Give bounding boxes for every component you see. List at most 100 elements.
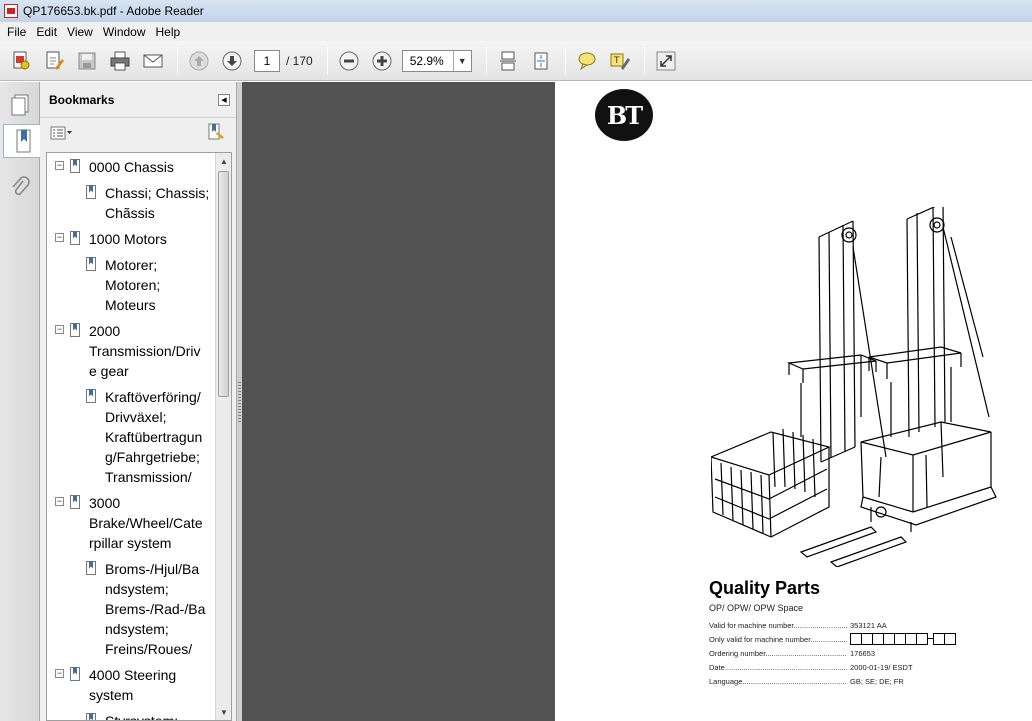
page-number-input[interactable]: 1 [254, 49, 280, 72]
create-pdf-button[interactable] [6, 46, 36, 76]
scroll-up-arrow-icon[interactable]: ▲ [216, 153, 231, 169]
menu-file[interactable]: File [2, 25, 31, 39]
menu-view[interactable]: View [62, 25, 98, 39]
bookmark-icon [86, 257, 96, 271]
order-picker-truck-illustration [711, 207, 997, 567]
bookmark-parent[interactable]: − 3000 Brake/Wheel/Cate rpillar system [47, 493, 215, 553]
collapse-node-icon[interactable]: − [55, 497, 64, 506]
edit-pdf-button[interactable] [39, 46, 69, 76]
bookmark-label: Brake/Wheel/Cate [89, 515, 203, 531]
chevron-down-icon[interactable]: ▼ [452, 50, 471, 71]
add-comment-button[interactable] [572, 46, 602, 76]
scroll-page-icon [499, 51, 516, 70]
collapse-node-icon[interactable]: − [55, 233, 64, 242]
splitter-grip[interactable] [238, 382, 241, 422]
bookmark-child[interactable]: Chassi; Chassis; Chãssis [47, 183, 215, 223]
attachments-button[interactable] [4, 170, 36, 204]
language-row: Language GB; SE; DE; FR [709, 677, 1009, 689]
previous-page-button[interactable] [184, 46, 214, 76]
toolbar-separator [326, 46, 328, 75]
row-label: Only valid for machine number [709, 635, 847, 644]
menu-window[interactable]: Window [98, 25, 151, 39]
toolbar-separator [485, 46, 487, 75]
bookmark-child[interactable]: Motorer; Motoren; Moteurs [47, 255, 215, 315]
bookmark-child[interactable]: Kraftöverföring/Drivväxel; Kraftübertragu… [47, 387, 215, 487]
bookmark-label: Drivväxel; [105, 409, 167, 425]
collapse-node-icon[interactable]: − [55, 325, 64, 334]
page-thumbnails-button[interactable] [4, 88, 36, 122]
printer-icon [110, 51, 130, 70]
highlight-button[interactable]: T [605, 46, 635, 76]
bookmark-label: Chassi; Chassis; [105, 185, 210, 201]
collapse-panel-button[interactable]: ◀ [218, 93, 230, 106]
collapse-node-icon[interactable]: − [55, 161, 64, 170]
bookmarks-tab-button[interactable] [3, 124, 41, 158]
bookmark-options-button[interactable] [50, 126, 72, 140]
bookmark-label: Brems-/Rad-/Ba [105, 601, 206, 617]
page-total: / 170 [286, 53, 313, 68]
zoom-in-button[interactable] [367, 46, 397, 76]
zoom-out-button[interactable] [334, 46, 364, 76]
highlighter-pen-icon: T [610, 53, 630, 70]
save-button[interactable] [72, 46, 102, 76]
plus-circle-icon [372, 51, 392, 70]
bookmark-label: 4000 Steering [89, 667, 177, 683]
print-button[interactable] [105, 46, 135, 76]
bt-logo: BT [595, 89, 653, 141]
bookmark-label: rpillar system [89, 535, 172, 551]
toolbar-separator [564, 46, 566, 75]
bookmark-label: Freins/Roues/ [105, 641, 193, 657]
email-button[interactable] [138, 46, 168, 76]
window-title: QP176653.bk.pdf - Adobe Reader [23, 4, 204, 18]
expand-button[interactable] [651, 46, 681, 76]
fit-page-button[interactable] [526, 46, 556, 76]
only-valid-machine-row: Only valid for machine number [709, 633, 1009, 647]
bookmarks-toolbar [40, 118, 236, 148]
logo-text: BT [606, 100, 643, 130]
machine-number-boxes [850, 633, 956, 645]
bookmark-parent[interactable]: − 1000 Motors [47, 229, 215, 249]
bookmark-label: Transmission/ [105, 469, 192, 485]
bookmarks-panel: Bookmarks ◀ − 0000 Chassis Chassi; Chassis… [40, 82, 237, 721]
pages-icon [11, 94, 29, 116]
create-pdf-icon [13, 51, 30, 69]
menu-bar: File Edit View Window Help [0, 22, 1032, 41]
next-page-button[interactable] [217, 46, 247, 76]
options-list-icon [50, 126, 72, 140]
bookmarks-tree: − 0000 Chassis Chassi; Chassis; Chãssis − 100… [46, 152, 232, 721]
bookmark-parent[interactable]: − 2000 Transmission/Driv e gear [47, 321, 215, 381]
bookmark-icon [16, 129, 30, 153]
bookmark-child[interactable]: Styrsystem; [47, 711, 215, 720]
valid-machine-row: Valid for machine number 353121 AA [709, 621, 1009, 633]
toolbar-separator [177, 46, 178, 75]
bookmark-child[interactable]: Broms-/Hjul/Ba ndsystem; Brems-/Rad-/Ba nds… [47, 559, 215, 659]
document-edit-icon [46, 51, 64, 70]
row-label: Language [709, 677, 847, 686]
menu-help[interactable]: Help [151, 25, 186, 39]
scrollbar-thumb[interactable] [218, 171, 229, 397]
scroll-down-arrow-icon[interactable]: ▼ [216, 704, 231, 720]
bookmark-label: 3000 [89, 495, 121, 511]
zoom-level-select[interactable]: 52.9% ▼ [401, 49, 472, 72]
bookmark-icon [86, 713, 96, 720]
row-value: 353121 AA [850, 621, 887, 630]
bookmark-parent[interactable]: − 4000 Steering system [47, 665, 215, 705]
bookmark-icon [86, 389, 96, 403]
collapse-node-icon[interactable]: − [55, 669, 64, 678]
bookmark-label: 0000 Chassis [89, 159, 174, 175]
save-icon [78, 52, 96, 69]
svg-text:T: T [613, 56, 620, 66]
scrolling-mode-button[interactable] [493, 46, 523, 76]
find-bookmark-button[interactable] [206, 123, 226, 144]
bookmark-label: Kraftöverföring/ [105, 389, 201, 405]
bookmark-label: system [89, 687, 134, 703]
bookmark-label: ndsystem; [105, 621, 169, 637]
row-value: 176653 [850, 649, 876, 658]
menu-edit[interactable]: Edit [31, 25, 62, 39]
bookmarks-scrollbar[interactable]: ▲ ▼ [215, 153, 231, 720]
ordering-number-row: Ordering number 176653 [709, 649, 1009, 661]
document-view[interactable]: BT Quality Parts OP/ OPW/ OPW Space Vali… [242, 82, 1032, 721]
bookmark-parent[interactable]: − 0000 Chassis [47, 157, 215, 177]
bookmark-search-icon [208, 123, 224, 139]
toolbar-separator [643, 46, 645, 75]
